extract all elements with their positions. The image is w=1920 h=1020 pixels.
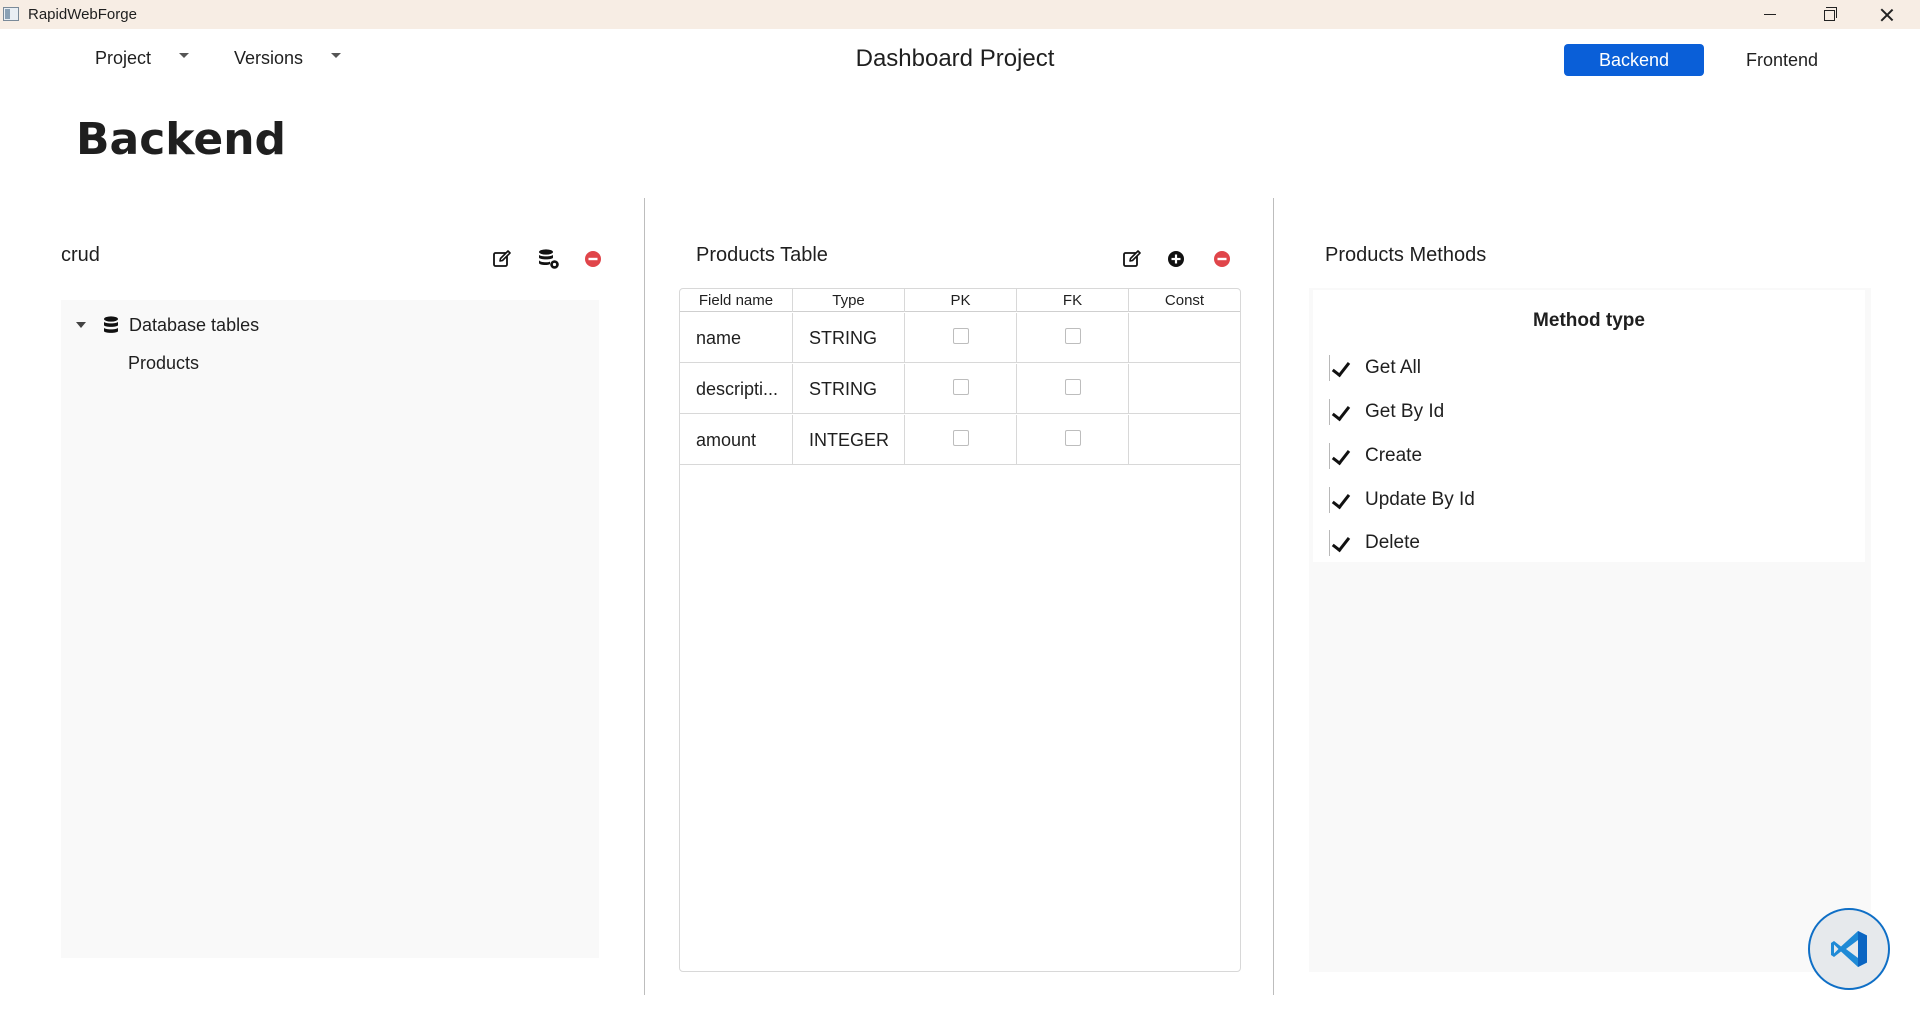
- pk-checkbox[interactable]: [952, 328, 969, 344]
- table-row[interactable]: name STRING: [680, 313, 1240, 363]
- column-header-field-name[interactable]: Field name: [680, 289, 793, 312]
- edit-table-button[interactable]: [1121, 248, 1143, 270]
- database-icon: [103, 316, 119, 339]
- open-in-vscode-button[interactable]: [1808, 908, 1890, 990]
- checkbox-checked-icon[interactable]: [1329, 355, 1353, 381]
- remove-field-button[interactable]: [1211, 248, 1233, 270]
- const-cell[interactable]: [1129, 313, 1240, 363]
- remove-project-button[interactable]: [582, 248, 604, 270]
- pk-cell: [905, 313, 1017, 363]
- checkbox-checked-icon[interactable]: [1329, 487, 1353, 513]
- fk-checkbox[interactable]: [1064, 430, 1081, 446]
- remove-icon: [1214, 251, 1230, 267]
- pk-checkbox[interactable]: [952, 430, 969, 446]
- method-label: Update By Id: [1365, 489, 1475, 510]
- const-cell[interactable]: [1129, 415, 1240, 465]
- field-name-cell[interactable]: amount: [680, 415, 793, 465]
- page-title: Backend: [76, 114, 287, 165]
- tree-item-products[interactable]: Products: [128, 353, 199, 374]
- minimize-button[interactable]: [1741, 0, 1799, 29]
- table-title: Products Table: [696, 244, 828, 266]
- methods-list: Method type Get All Get By Id Create Upd…: [1313, 290, 1865, 562]
- method-update-by-id[interactable]: Update By Id: [1329, 485, 1475, 515]
- fields-table: Field name Type PK FK Const name STRING …: [679, 288, 1241, 972]
- method-create[interactable]: Create: [1329, 441, 1422, 471]
- column-header-const[interactable]: Const: [1129, 289, 1240, 312]
- app-icon: [3, 7, 19, 21]
- pk-checkbox[interactable]: [952, 379, 969, 395]
- close-icon: [1880, 8, 1894, 22]
- method-label: Get All: [1365, 357, 1421, 378]
- vscode-icon: [1831, 931, 1867, 967]
- fk-checkbox[interactable]: [1064, 328, 1081, 344]
- field-type-cell[interactable]: STRING: [793, 313, 905, 363]
- method-get-by-id[interactable]: Get By Id: [1329, 397, 1444, 427]
- fk-cell: [1017, 415, 1129, 465]
- method-label: Delete: [1365, 532, 1420, 553]
- column-header-type[interactable]: Type: [793, 289, 905, 312]
- database-settings-button[interactable]: [538, 248, 560, 270]
- project-name-label: crud: [61, 244, 100, 266]
- add-icon: [1168, 251, 1184, 267]
- column-header-pk[interactable]: PK: [905, 289, 1017, 312]
- checkbox-checked-icon[interactable]: [1329, 399, 1353, 425]
- pk-cell: [905, 415, 1017, 465]
- edit-icon: [493, 250, 511, 267]
- table-row[interactable]: descripti... STRING: [680, 364, 1240, 414]
- minimize-icon: [1764, 14, 1776, 15]
- close-button[interactable]: [1858, 0, 1916, 29]
- table-header: Field name Type PK FK Const: [680, 289, 1240, 312]
- methods-header: Method type: [1533, 310, 1645, 331]
- column-header-fk[interactable]: FK: [1017, 289, 1129, 312]
- pk-cell: [905, 364, 1017, 414]
- methods-panel: Method type Get All Get By Id Create Upd…: [1309, 288, 1871, 972]
- checkbox-checked-icon[interactable]: [1329, 443, 1353, 469]
- edit-icon: [1123, 250, 1141, 267]
- remove-icon: [585, 251, 601, 267]
- method-get-all[interactable]: Get All: [1329, 353, 1421, 383]
- frontend-nav-button[interactable]: Frontend: [1716, 44, 1848, 76]
- field-name-cell[interactable]: name: [680, 313, 793, 363]
- tree-item-database-tables[interactable]: Database tables: [129, 315, 259, 336]
- method-delete[interactable]: Delete: [1329, 528, 1420, 558]
- restore-button[interactable]: [1800, 0, 1858, 29]
- table-row[interactable]: amount INTEGER: [680, 415, 1240, 465]
- const-cell[interactable]: [1129, 364, 1240, 414]
- method-label: Create: [1365, 445, 1423, 466]
- field-name-cell[interactable]: descripti...: [680, 364, 793, 414]
- database-tree: Database tables Products: [61, 300, 599, 958]
- add-field-button[interactable]: [1165, 248, 1187, 270]
- method-label: Get By Id: [1365, 401, 1445, 422]
- methods-title: Products Methods: [1325, 244, 1487, 266]
- window-titlebar: RapidWebForge: [0, 0, 1920, 29]
- checkbox-checked-icon[interactable]: [1329, 530, 1353, 556]
- fk-checkbox[interactable]: [1064, 379, 1081, 395]
- fk-cell: [1017, 313, 1129, 363]
- edit-project-button[interactable]: [491, 248, 513, 270]
- panel-divider: [1273, 198, 1274, 995]
- field-type-cell[interactable]: INTEGER: [793, 415, 905, 465]
- panel-divider: [644, 198, 645, 995]
- database-settings-icon: [539, 249, 559, 269]
- backend-nav-button[interactable]: Backend: [1564, 44, 1704, 76]
- restore-icon: [1823, 7, 1837, 21]
- field-type-cell[interactable]: STRING: [793, 364, 905, 414]
- fk-cell: [1017, 364, 1129, 414]
- tree-expand-toggle[interactable]: [76, 322, 86, 328]
- window-title: RapidWebForge: [28, 6, 137, 23]
